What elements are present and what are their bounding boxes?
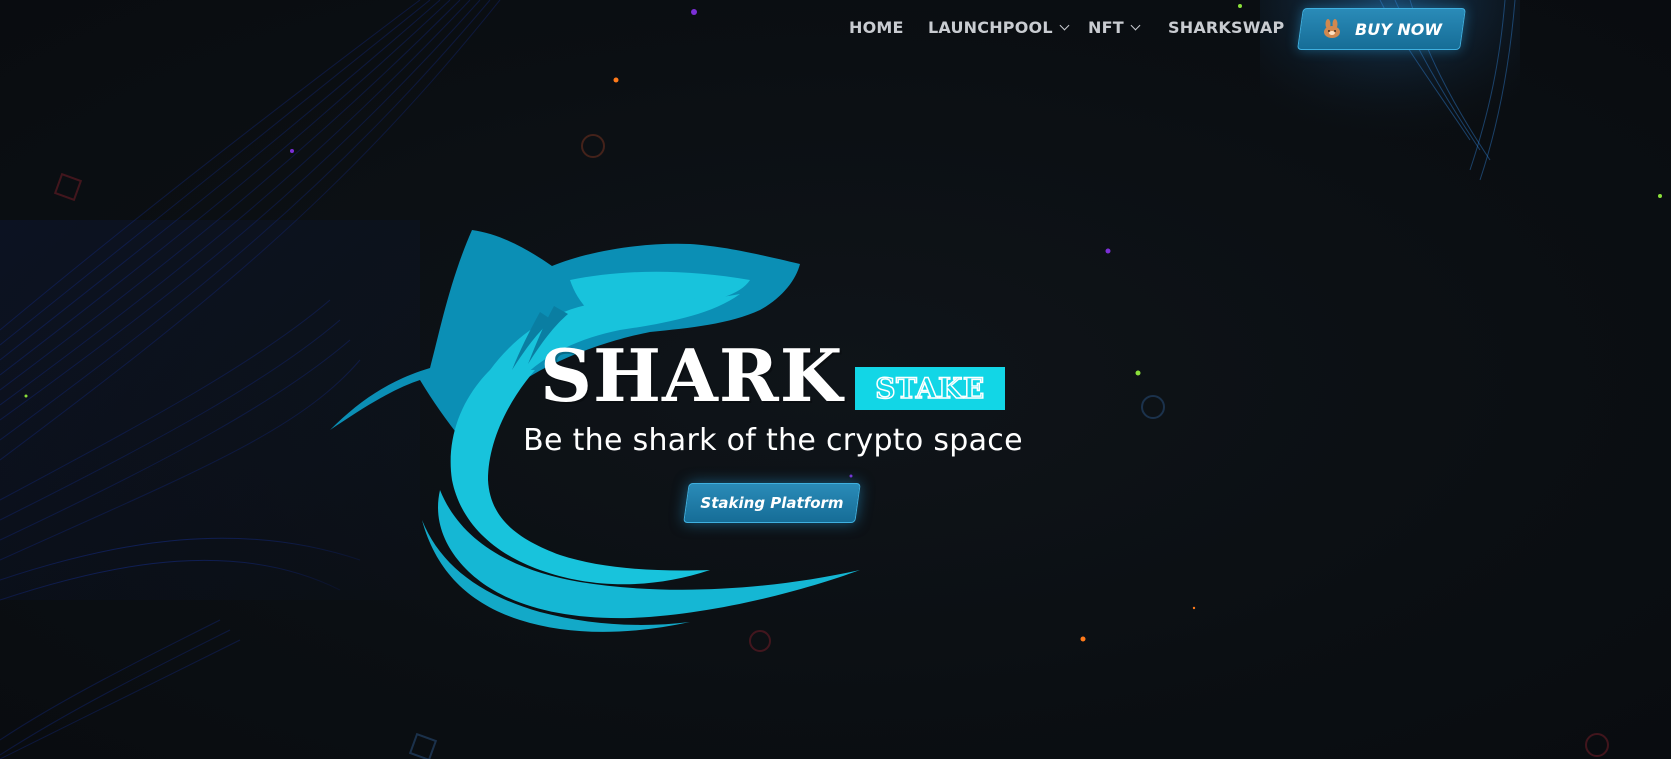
top-nav: HOME LAUNCHPOOL NFT SHARKSWAP BUY NOW (0, 0, 1671, 56)
nav-home-label: HOME (849, 18, 904, 37)
nav-home[interactable]: HOME (849, 18, 904, 37)
hero-title: SHARK (540, 333, 844, 418)
page: HOME LAUNCHPOOL NFT SHARKSWAP BUY NOW SH… (0, 0, 1671, 759)
staking-platform-label: Staking Platform (700, 494, 844, 512)
chevron-down-icon (1130, 20, 1141, 31)
staking-platform-button[interactable]: Staking Platform (683, 483, 861, 523)
nav-launchpool[interactable]: LAUNCHPOOL (928, 18, 1070, 37)
buy-now-button[interactable]: BUY NOW (1297, 8, 1466, 50)
buy-now-label: BUY NOW (1355, 19, 1442, 39)
nav-nft-label: NFT (1088, 18, 1124, 37)
stake-badge-label: STAKE (875, 371, 985, 406)
chevron-down-icon (1059, 20, 1070, 31)
pancakeswap-bunny-icon (1324, 19, 1340, 38)
nav-sharkswap-label: SHARKSWAP (1168, 18, 1285, 37)
nav-launchpool-label: LAUNCHPOOL (928, 18, 1053, 37)
nav-nft[interactable]: NFT (1088, 18, 1141, 37)
nav-sharkswap[interactable]: SHARKSWAP (1168, 18, 1284, 37)
stake-badge: STAKE (855, 367, 1005, 410)
hero-tagline: Be the shark of the crypto space (523, 423, 1023, 458)
